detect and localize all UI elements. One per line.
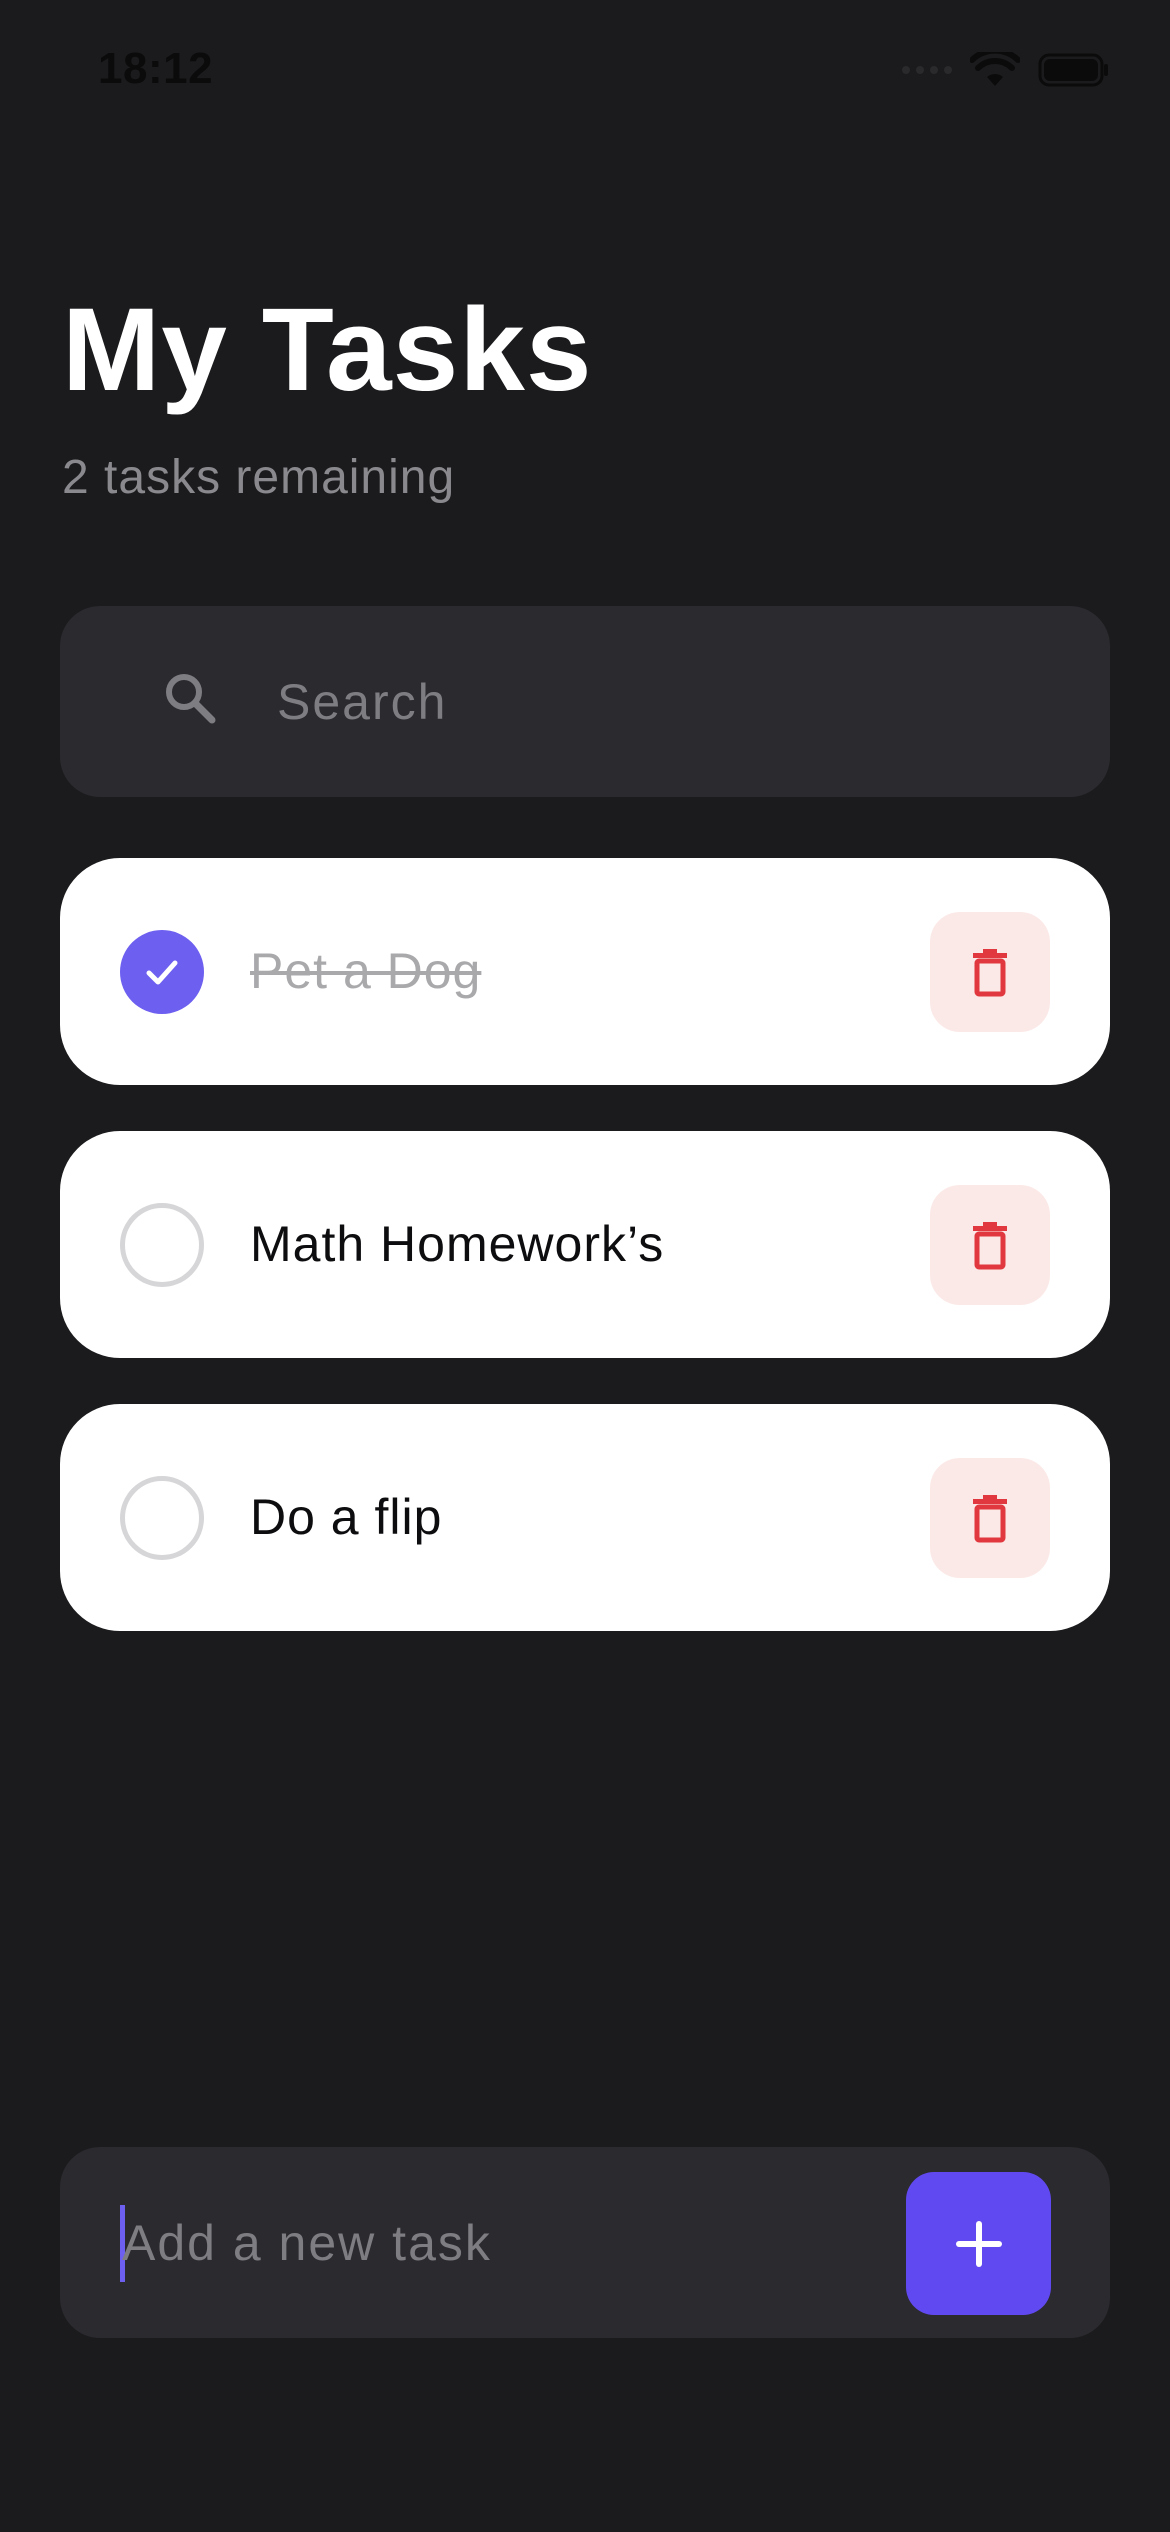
battery-icon	[1038, 53, 1110, 87]
delete-task-button[interactable]	[930, 1185, 1050, 1305]
tasks-remaining-count: 2 tasks remaining	[62, 451, 456, 504]
search-input[interactable]	[277, 660, 1057, 744]
status-bar: 18:12	[0, 0, 1170, 150]
trash-icon	[973, 1222, 1007, 1270]
status-time: 18:12	[98, 44, 214, 93]
search-icon	[162, 670, 218, 731]
task-label: Math Homework’s	[250, 1216, 665, 1272]
new-task-input[interactable]	[122, 2200, 882, 2286]
add-task-button[interactable]	[906, 2172, 1051, 2315]
plus-icon	[955, 2220, 1002, 2267]
page-title: My Tasks	[62, 284, 593, 416]
task-label: Do a flip	[250, 1489, 443, 1545]
delete-task-button[interactable]	[930, 912, 1050, 1032]
cellular-signal-icon	[902, 66, 952, 74]
trash-icon	[973, 1495, 1007, 1543]
task-checkbox-checked[interactable]	[120, 930, 204, 1014]
task-label: Pet a Dog	[250, 943, 482, 999]
delete-task-button[interactable]	[930, 1458, 1050, 1578]
checkmark-icon	[146, 960, 178, 985]
status-icons	[902, 52, 1110, 88]
task-item[interactable]: Pet a Dog	[60, 858, 1110, 1085]
task-list: Pet a Dog Math Homework’s Do a flip	[60, 858, 1110, 1677]
trash-icon	[973, 949, 1007, 997]
wifi-icon	[970, 52, 1020, 88]
task-item[interactable]: Math Homework’s	[60, 1131, 1110, 1358]
task-checkbox-unchecked[interactable]	[120, 1476, 204, 1560]
task-checkbox-unchecked[interactable]	[120, 1203, 204, 1287]
task-item[interactable]: Do a flip	[60, 1404, 1110, 1631]
